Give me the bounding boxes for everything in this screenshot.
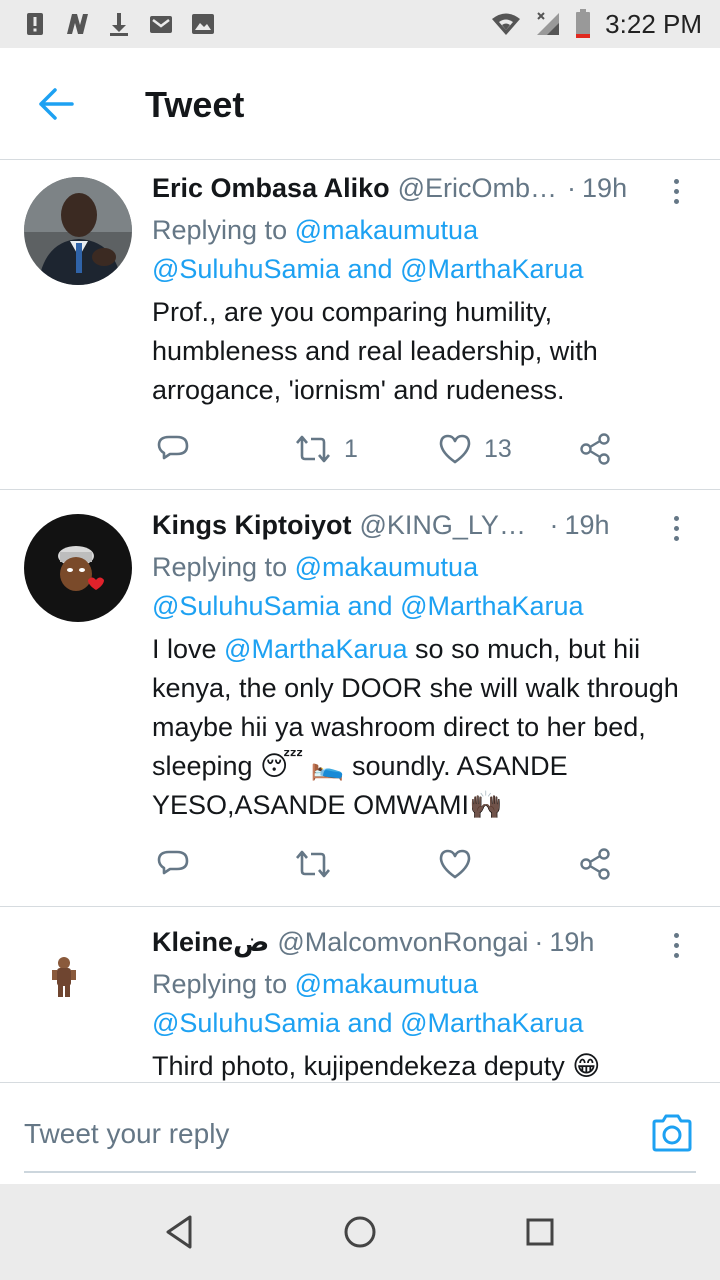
mention-link[interactable]: @MarthaKarua — [400, 1008, 584, 1038]
signal-icon — [537, 12, 560, 35]
and-text: and — [340, 591, 401, 621]
replying-to-label: Replying to — [152, 552, 295, 582]
tweet-body: Kings Kiptoiyot @KING_LYON… · 19h Replyi… — [152, 510, 700, 825]
replying-to: Replying to @makaumutua @SuluhuSamia and… — [152, 548, 700, 626]
replying-to: Replying to @makaumutua @SuluhuSamia and… — [152, 211, 700, 289]
system-icons: 3:22 PM — [491, 6, 702, 42]
mention-link[interactable]: @SuluhuSamia — [152, 591, 340, 621]
retweet-button[interactable] — [294, 844, 344, 884]
tweet-body: Kleineض @MalcomvonRongai · 19h Replying … — [152, 927, 700, 1082]
tweet[interactable]: Kleineض @MalcomvonRongai · 19h Replying … — [0, 907, 720, 1082]
gmail-icon — [150, 16, 172, 33]
share-button[interactable] — [578, 844, 612, 884]
tweet-time: 19h — [549, 927, 595, 957]
share-icon — [580, 848, 610, 880]
download-icon — [110, 13, 128, 36]
reply-input[interactable] — [24, 1111, 696, 1173]
retweet-count: 1 — [344, 434, 358, 463]
mention-link[interactable]: @SuluhuSamia — [152, 254, 340, 284]
reply-button[interactable] — [156, 429, 190, 469]
clock: 3:22 PM — [605, 8, 702, 39]
separator-dot: · — [534, 927, 544, 957]
avatar-image — [24, 514, 132, 622]
system-nav-bar — [0, 1184, 720, 1280]
like-count: 13 — [484, 434, 512, 463]
share-button[interactable] — [578, 429, 612, 469]
reply-button[interactable] — [156, 844, 190, 884]
tweet-actions — [152, 844, 632, 884]
author-handle[interactable]: @EricOmb… — [398, 173, 557, 204]
like-button[interactable] — [438, 844, 484, 884]
replying-to: Replying to @makaumutua @SuluhuSamia and… — [152, 965, 700, 1043]
separator-dot: · — [567, 173, 577, 203]
reply-icon — [157, 435, 189, 460]
tweet-actions: 1 13 — [152, 429, 632, 469]
retweet-icon — [296, 850, 330, 878]
author-name[interactable]: Kleineض — [152, 927, 269, 958]
heart-icon — [439, 434, 471, 464]
tweet-text: Third photo, kujipendekeza deputy 😁 — [152, 1051, 601, 1081]
mention-link[interactable]: @makaumutua — [295, 969, 479, 999]
mention-link[interactable]: @MarthaKarua — [400, 591, 584, 621]
reply-composer — [0, 1082, 720, 1184]
more-options-icon[interactable] — [664, 510, 688, 546]
tweet-time: 19h — [564, 510, 610, 540]
camera-icon — [652, 1114, 692, 1152]
image-icon — [192, 14, 214, 34]
back-button[interactable] — [30, 82, 82, 126]
status-bar: 3:22 PM — [0, 0, 720, 48]
replying-to-label: Replying to — [152, 215, 295, 245]
battery-icon — [576, 9, 591, 38]
tweet[interactable]: Eric Ombasa Aliko @EricOmb… · 19h Replyi… — [0, 161, 720, 490]
tweet-header: Eric Ombasa Aliko @EricOmb… · 19h — [152, 173, 700, 209]
alert-icon — [27, 13, 43, 35]
retweet-icon — [296, 435, 330, 463]
top-app-bar: Tweet — [0, 48, 720, 160]
replying-to-label: Replying to — [152, 969, 295, 999]
avatar[interactable] — [24, 514, 132, 622]
and-text: and — [340, 1008, 401, 1038]
tweet-header: Kleineض @MalcomvonRongai · 19h — [152, 927, 700, 963]
mention-link[interactable]: @SuluhuSamia — [152, 1008, 340, 1038]
arrow-left-icon — [39, 88, 74, 120]
tweet-text-part: I love — [152, 634, 225, 664]
avatar[interactable] — [24, 923, 132, 1031]
author-handle[interactable]: @MalcomvonRongai — [277, 927, 528, 958]
nav-back-icon[interactable] — [160, 1212, 200, 1252]
avatar-image — [24, 923, 132, 1031]
mention-link[interactable]: @MarthaKarua — [400, 254, 584, 284]
avatar-image — [24, 177, 132, 285]
share-icon — [580, 433, 610, 465]
avatar[interactable] — [24, 177, 132, 285]
tweet-time: 19h — [582, 173, 628, 203]
mention-link[interactable]: @MarthaKarua — [224, 634, 408, 664]
tweet-text: Prof., are you comparing humility, humbl… — [152, 297, 598, 405]
page-title: Tweet — [145, 84, 245, 125]
n-app-icon — [67, 14, 88, 34]
more-options-icon[interactable] — [664, 173, 688, 209]
heart-icon — [439, 849, 471, 879]
author-name[interactable]: Kings Kiptoiyot — [152, 510, 351, 541]
mention-link[interactable]: @makaumutua — [295, 552, 479, 582]
author-handle[interactable]: @KING_LYON… — [359, 510, 539, 541]
tweet-header: Kings Kiptoiyot @KING_LYON… · 19h — [152, 510, 700, 546]
more-options-icon[interactable] — [664, 927, 688, 963]
camera-button[interactable] — [650, 1113, 694, 1153]
separator-dot: · — [549, 510, 559, 540]
nav-recents-icon[interactable] — [520, 1212, 560, 1252]
reply-icon — [157, 850, 189, 875]
tweet-text: I love @MarthaKarua so so much, but hii … — [152, 630, 700, 825]
wifi-icon — [492, 13, 521, 35]
author-name[interactable]: Eric Ombasa Aliko — [152, 173, 390, 204]
and-text: and — [340, 254, 401, 284]
tweet[interactable]: Kings Kiptoiyot @KING_LYON… · 19h Replyi… — [0, 490, 720, 907]
mention-link[interactable]: @makaumutua — [295, 215, 479, 245]
retweet-button[interactable]: 1 — [294, 429, 358, 469]
like-button[interactable]: 13 — [438, 429, 512, 469]
nav-home-icon[interactable] — [340, 1212, 380, 1252]
notification-icons — [22, 6, 216, 42]
tweet-body: Eric Ombasa Aliko @EricOmb… · 19h Replyi… — [152, 173, 700, 410]
